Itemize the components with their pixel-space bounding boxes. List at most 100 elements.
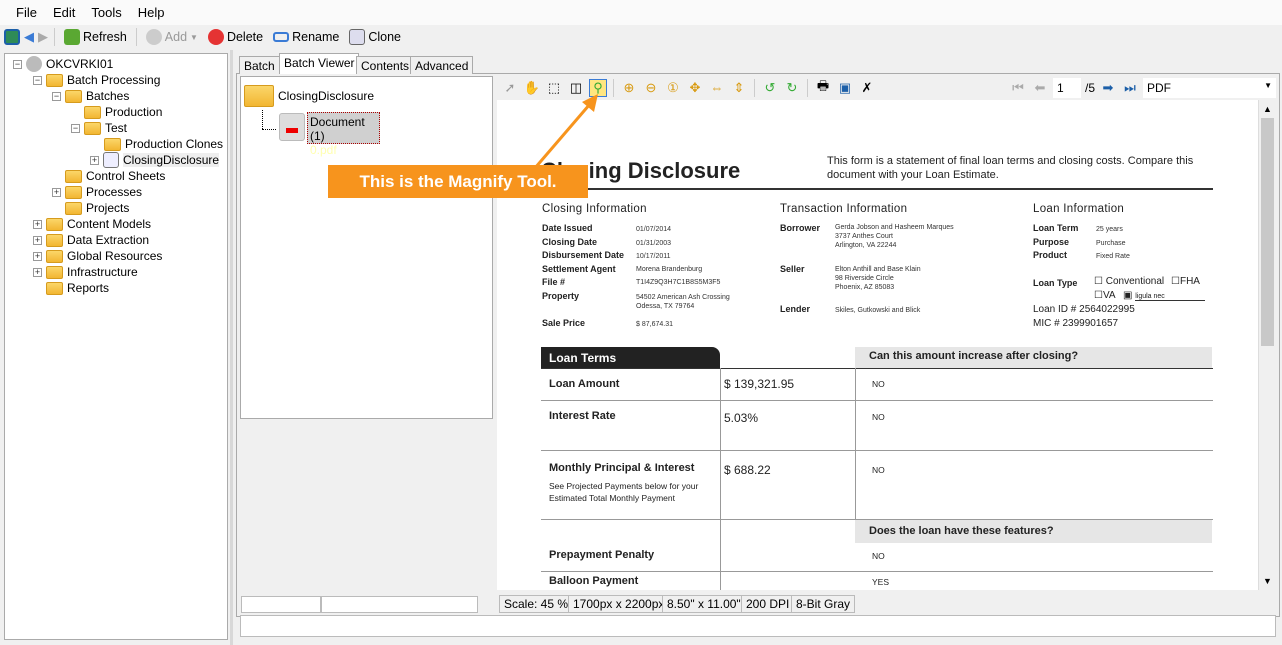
- label: Lender: [780, 304, 811, 314]
- save-icon[interactable]: ▣: [836, 79, 854, 97]
- value: 10/17/2011: [636, 253, 671, 260]
- value: 54502 American Ash Crossing Odessa, TX 7…: [636, 294, 730, 310]
- first-page-icon[interactable]: ⏮: [1009, 79, 1027, 97]
- folder-icon: [65, 201, 82, 215]
- rotate-left-icon[interactable]: ↺: [761, 79, 779, 97]
- add-button[interactable]: Add ▼: [143, 29, 201, 45]
- folder-icon: [46, 73, 63, 87]
- value: Gerda Jobson and Hasheem Marques: [835, 224, 954, 231]
- select-pointer-icon[interactable]: ➚: [501, 79, 519, 97]
- label: Loan Type: [1033, 278, 1078, 288]
- value: Purchase: [1096, 240, 1126, 247]
- label: Closing Date: [542, 237, 598, 247]
- fit-width-icon[interactable]: ⇔: [708, 79, 726, 97]
- format-select[interactable]: PDF ▼: [1143, 77, 1276, 98]
- status-dpi: 200 DPI: [741, 595, 795, 613]
- tree-node-infrastructure[interactable]: + Infrastructure: [33, 264, 138, 280]
- tree-node-root[interactable]: − OKCVRKI01: [13, 56, 113, 72]
- clone-button[interactable]: Clone: [346, 29, 404, 45]
- delete-button[interactable]: Delete: [205, 29, 266, 45]
- back-icon[interactable]: ◀: [24, 29, 34, 45]
- chevron-down-icon: ▼: [190, 32, 198, 42]
- actual-size-icon[interactable]: ①: [664, 79, 682, 97]
- fit-height-icon[interactable]: ⇕: [730, 79, 748, 97]
- tree-node-batches[interactable]: − Batches: [52, 88, 129, 104]
- menu-tools[interactable]: Tools: [83, 5, 129, 20]
- tree-node-projects[interactable]: Projects: [65, 200, 129, 216]
- tree-node-content-models[interactable]: + Content Models: [33, 216, 151, 232]
- tree-node-batch-processing[interactable]: − Batch Processing: [33, 72, 160, 88]
- tab-batch-viewer[interactable]: Batch Viewer: [279, 53, 360, 74]
- menu-help[interactable]: Help: [130, 5, 173, 20]
- previous-page-icon[interactable]: ⬅: [1031, 79, 1049, 97]
- tab-contents[interactable]: Contents: [356, 56, 415, 74]
- row-label: Interest Rate: [549, 410, 616, 422]
- last-page-icon[interactable]: ⏭: [1121, 79, 1139, 97]
- scroll-thumb[interactable]: [1261, 118, 1274, 346]
- rotate-right-icon[interactable]: ↻: [783, 79, 801, 97]
- row-answer: NO: [872, 551, 885, 561]
- vertical-scrollbar[interactable]: ▲ ▼: [1258, 100, 1275, 590]
- scroll-down-icon[interactable]: ▼: [1263, 576, 1272, 586]
- label: Sale Price: [542, 318, 586, 328]
- tree-node-global-resources[interactable]: + Global Resources: [33, 248, 162, 264]
- clone-icon: [349, 29, 366, 45]
- menu-file[interactable]: File: [8, 5, 45, 20]
- row-answer: NO: [872, 465, 885, 475]
- menu-edit[interactable]: Edit: [45, 5, 83, 20]
- print-icon[interactable]: 🖶: [814, 78, 832, 97]
- splitter[interactable]: [230, 50, 233, 645]
- document-page: Closing Disclosure This form is a statem…: [497, 100, 1258, 590]
- zoom-out-icon[interactable]: ⊖: [642, 79, 660, 97]
- tree-node-reports[interactable]: Reports: [46, 280, 109, 296]
- checkbox-fha[interactable]: ☐FHA: [1171, 276, 1200, 287]
- value: Fixed Rate: [1096, 253, 1130, 260]
- scroll-up-icon[interactable]: ▲: [1263, 104, 1272, 114]
- page-number-input[interactable]: 1: [1052, 77, 1081, 98]
- checkbox-other[interactable]: ▣ ligula nec: [1123, 290, 1205, 301]
- checkbox-conventional[interactable]: ☐ Conventional: [1094, 276, 1164, 287]
- folder-icon: [104, 137, 121, 151]
- delete-icon: [207, 29, 224, 45]
- closing-info-heading: Closing Information: [542, 203, 647, 215]
- checkbox-va[interactable]: ☐VA: [1094, 290, 1116, 301]
- label: Borrower: [780, 223, 821, 233]
- loan-id: Loan ID # 2564022995: [1033, 304, 1135, 315]
- tree-node-test[interactable]: − Test: [71, 120, 127, 136]
- tree-node-production-clones[interactable]: Production Clones: [104, 136, 223, 152]
- row-label: Loan Amount: [549, 378, 620, 390]
- value: 01/31/2003: [636, 240, 672, 247]
- status-size: 8.50" x 11.00": [662, 595, 746, 613]
- tree-node-data-extraction[interactable]: + Data Extraction: [33, 232, 149, 248]
- row-value: $ 688.22: [724, 463, 771, 477]
- refresh-button[interactable]: Refresh: [61, 29, 130, 45]
- batch-folder[interactable]: ClosingDisclosure: [244, 85, 374, 107]
- tab-advanced[interactable]: Advanced: [410, 56, 474, 74]
- zoom-in-icon[interactable]: ⊕: [620, 79, 638, 97]
- exit-icon[interactable]: [4, 29, 20, 45]
- next-page-icon[interactable]: ➡: [1099, 79, 1117, 97]
- value: Phoenix, AZ 85083: [835, 284, 895, 291]
- tree-node-production[interactable]: Production: [84, 104, 162, 120]
- value: 25 years: [1096, 226, 1123, 233]
- viewer-toolbar: ➚ ✋ ⬚ ◫ ⚲ ⊕ ⊖ ① ✥ ⇔ ⇕ ↺ ↻ 🖶 ▣ ✗ ⏮ ⬅ 1 /5…: [497, 76, 1276, 99]
- label: Disbursement Date: [542, 250, 625, 260]
- value: T1I4Z9Q3H7C1B8S5M3F5: [636, 279, 721, 286]
- forward-icon[interactable]: ▶: [38, 29, 48, 45]
- value: 98 Riverside Circle: [835, 275, 894, 282]
- tree-node-control-sheets[interactable]: Control Sheets: [65, 168, 165, 184]
- page-total: /5: [1084, 80, 1095, 95]
- fit-page-icon[interactable]: ✥: [686, 79, 704, 97]
- document-node[interactable]: Document (1) 0.pdf: [307, 112, 380, 157]
- tree-node-closing-disclosure[interactable]: + ClosingDisclosure: [90, 152, 220, 168]
- tab-batch[interactable]: Batch: [239, 56, 280, 74]
- tree-node-processes[interactable]: + Processes: [52, 184, 142, 200]
- question-increase: Can this amount increase after closing?: [855, 347, 1212, 368]
- label: Product: [1033, 250, 1068, 260]
- folder-icon: [244, 85, 274, 107]
- rename-icon: [273, 32, 290, 42]
- rename-button[interactable]: Rename: [270, 30, 342, 44]
- folder-icon: [46, 249, 63, 263]
- row-answer: YES: [872, 577, 890, 587]
- settings-tools-icon[interactable]: ✗: [858, 79, 876, 97]
